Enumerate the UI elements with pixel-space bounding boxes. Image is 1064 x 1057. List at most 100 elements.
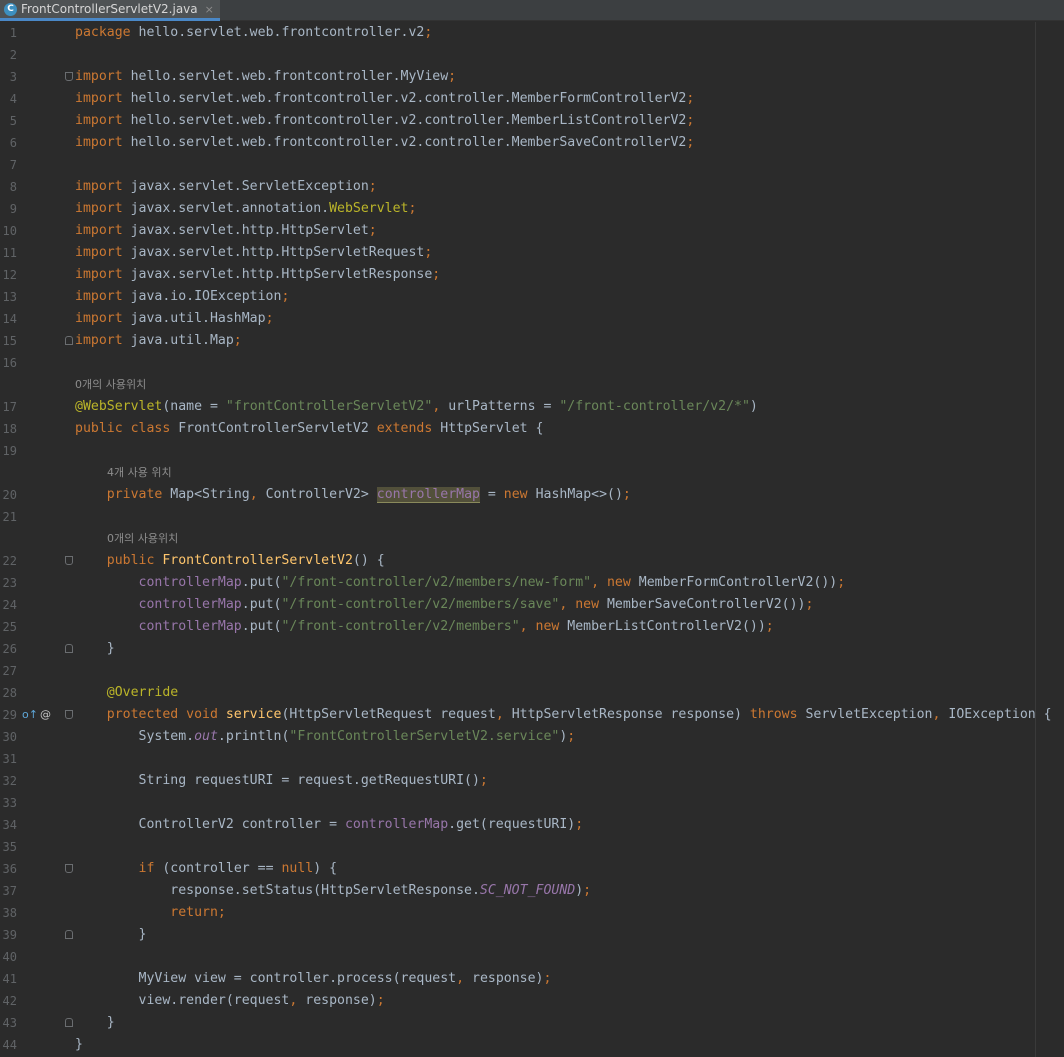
code-line[interactable]: 10 import javax.servlet.http.HttpServlet; bbox=[0, 220, 1064, 242]
code-token: extends bbox=[376, 421, 441, 436]
code-token: java.util.HashMap bbox=[130, 311, 266, 326]
code-token: return; bbox=[170, 905, 226, 920]
close-icon[interactable]: × bbox=[205, 3, 214, 16]
annotation-at-icon[interactable]: @ bbox=[40, 708, 51, 722]
fold-start-icon[interactable] bbox=[65, 710, 73, 719]
code-token: FrontControllerServletV2 bbox=[162, 553, 353, 568]
code-token: ; bbox=[408, 201, 417, 216]
usage-hint-text[interactable]: 0개의 사용위치 bbox=[75, 374, 146, 396]
code-line[interactable]: 35 bbox=[0, 836, 1064, 858]
code-line[interactable]: 9 import javax.servlet.annotation.WebServ… bbox=[0, 198, 1064, 220]
usage-hint-text[interactable]: 4개 사용 위치 bbox=[107, 462, 172, 484]
code-line[interactable]: 20 private Map<String, ControllerV2> con… bbox=[0, 484, 1064, 506]
code-token: ; bbox=[567, 729, 576, 744]
code-line[interactable]: 32 String requestURI = request.getReques… bbox=[0, 770, 1064, 792]
fold-end-icon[interactable] bbox=[65, 930, 73, 939]
code-token: .put( bbox=[241, 619, 282, 634]
fold-end-icon[interactable] bbox=[65, 644, 73, 653]
code-line[interactable]: 4 import hello.servlet.web.frontcontrolle… bbox=[0, 88, 1064, 110]
code-line[interactable]: 38 return; bbox=[0, 902, 1064, 924]
code-token: , new bbox=[591, 575, 639, 590]
code-token: package bbox=[75, 25, 139, 40]
usage-hint[interactable]: 0개의 사용위치 bbox=[0, 374, 1064, 396]
code-token: MyView view = controller.process(request bbox=[75, 971, 457, 986]
line-number: 25 bbox=[2, 620, 17, 634]
code-line[interactable]: 22 public FrontControllerServletV2() { bbox=[0, 550, 1064, 572]
code-line[interactable]: 41 MyView view = controller.process(requ… bbox=[0, 968, 1064, 990]
code-token: ; bbox=[543, 971, 552, 986]
code-line[interactable]: 1 package hello.servlet.web.frontcontroll… bbox=[0, 22, 1064, 44]
fold-start-icon[interactable] bbox=[65, 864, 73, 873]
code-line[interactable]: 44} bbox=[0, 1034, 1064, 1056]
code-token: ; bbox=[765, 619, 774, 634]
code-token: System. bbox=[75, 729, 195, 744]
line-number: 38 bbox=[2, 906, 17, 920]
code-line[interactable]: 34 ControllerV2 controller = controllerM… bbox=[0, 814, 1064, 836]
code-token: MemberSaveControllerV2()) bbox=[606, 597, 806, 612]
line-number: 29 bbox=[2, 708, 17, 722]
code-line[interactable]: 11 import javax.servlet.http.HttpServletR… bbox=[0, 242, 1064, 264]
code-text: import javax.servlet.http.HttpServletRes… bbox=[75, 264, 440, 286]
code-line[interactable]: 7 bbox=[0, 154, 1064, 176]
code-line[interactable]: 39 } bbox=[0, 924, 1064, 946]
fold-end-icon[interactable] bbox=[65, 1018, 73, 1027]
override-method-icon[interactable]: o↑ bbox=[22, 708, 38, 722]
line-number: 32 bbox=[2, 774, 17, 788]
code-line[interactable]: 25 controllerMap.put("/front-controller/… bbox=[0, 616, 1064, 638]
code-line[interactable]: 14 import java.util.HashMap; bbox=[0, 308, 1064, 330]
code-line[interactable]: 43 } bbox=[0, 1012, 1064, 1034]
code-line[interactable]: 23 controllerMap.put("/front-controller/… bbox=[0, 572, 1064, 594]
code-line[interactable]: 8 import javax.servlet.ServletException; bbox=[0, 176, 1064, 198]
code-token: "frontControllerServletV2" bbox=[225, 399, 433, 414]
code-line[interactable]: 21 bbox=[0, 506, 1064, 528]
code-line[interactable]: 36 if (controller == null) { bbox=[0, 858, 1064, 880]
code-line[interactable]: 12 import javax.servlet.http.HttpServletR… bbox=[0, 264, 1064, 286]
code-editor[interactable]: 1 package hello.servlet.web.frontcontroll… bbox=[0, 22, 1064, 1057]
usage-hint[interactable]: 0개의 사용위치 bbox=[0, 528, 1064, 550]
code-line[interactable]: 26 } bbox=[0, 638, 1064, 660]
file-tab[interactable]: C FrontControllerServletV2.java × bbox=[0, 0, 220, 21]
code-line[interactable]: 30 System.out.println("FrontControllerSe… bbox=[0, 726, 1064, 748]
line-number: 13 bbox=[2, 290, 17, 304]
code-token: () { bbox=[352, 553, 385, 568]
code-line[interactable]: 42 view.render(request, response); bbox=[0, 990, 1064, 1012]
code-token: .get(requestURI) bbox=[448, 817, 576, 832]
code-line[interactable]: 15 import java.util.Map; bbox=[0, 330, 1064, 352]
code-token: "/front-controller/v2/members/save" bbox=[281, 597, 560, 612]
code-line[interactable]: 18 public class FrontControllerServletV2 … bbox=[0, 418, 1064, 440]
code-token: javax.servlet.http.HttpServletRequest bbox=[130, 245, 425, 260]
code-token: @WebServlet bbox=[75, 399, 163, 414]
code-token: (name = bbox=[162, 399, 226, 414]
code-line[interactable]: 2 bbox=[0, 44, 1064, 66]
code-line[interactable]: 28 @Override bbox=[0, 682, 1064, 704]
code-token: "FrontControllerServletV2.service" bbox=[289, 729, 560, 744]
code-line[interactable]: 6 import hello.servlet.web.frontcontrolle… bbox=[0, 132, 1064, 154]
fold-start-icon[interactable] bbox=[65, 556, 73, 565]
code-line[interactable]: 31 bbox=[0, 748, 1064, 770]
code-text: ControllerV2 controller = controllerMap.… bbox=[75, 814, 584, 836]
code-line[interactable]: 37 response.setStatus(HttpServletRespons… bbox=[0, 880, 1064, 902]
code-line[interactable]: 40 bbox=[0, 946, 1064, 968]
code-text: import javax.servlet.annotation.WebServl… bbox=[75, 198, 416, 220]
code-line[interactable]: 29 o↑ @ protected void service(HttpServlet… bbox=[0, 704, 1064, 726]
code-line[interactable]: 3 import hello.servlet.web.frontcontrolle… bbox=[0, 66, 1064, 88]
code-line[interactable]: 27 bbox=[0, 660, 1064, 682]
code-line[interactable]: 17 @WebServlet(name = "frontControllerSer… bbox=[0, 396, 1064, 418]
code-text: System.out.println("FrontControllerServl… bbox=[75, 726, 576, 748]
fold-start-icon[interactable] bbox=[65, 72, 73, 81]
fold-end-icon[interactable] bbox=[65, 336, 73, 345]
code-line[interactable]: 33 bbox=[0, 792, 1064, 814]
line-number: 43 bbox=[2, 1016, 17, 1030]
usage-hint-text[interactable]: 0개의 사용위치 bbox=[107, 528, 178, 550]
code-line[interactable]: 16 bbox=[0, 352, 1064, 374]
code-token: public class bbox=[75, 421, 179, 436]
code-line[interactable]: 13 import java.io.IOException; bbox=[0, 286, 1064, 308]
code-token: import bbox=[75, 135, 131, 150]
code-token: hello.servlet.web.frontcontroller.MyView bbox=[130, 69, 449, 84]
code-line[interactable]: 19 bbox=[0, 440, 1064, 462]
code-line[interactable]: 24 controllerMap.put("/front-controller/… bbox=[0, 594, 1064, 616]
code-line[interactable]: 5 import hello.servlet.web.frontcontrolle… bbox=[0, 110, 1064, 132]
code-token: "/front-controller/v2/members/new-form" bbox=[281, 575, 592, 590]
usage-hint[interactable]: 4개 사용 위치 bbox=[0, 462, 1064, 484]
